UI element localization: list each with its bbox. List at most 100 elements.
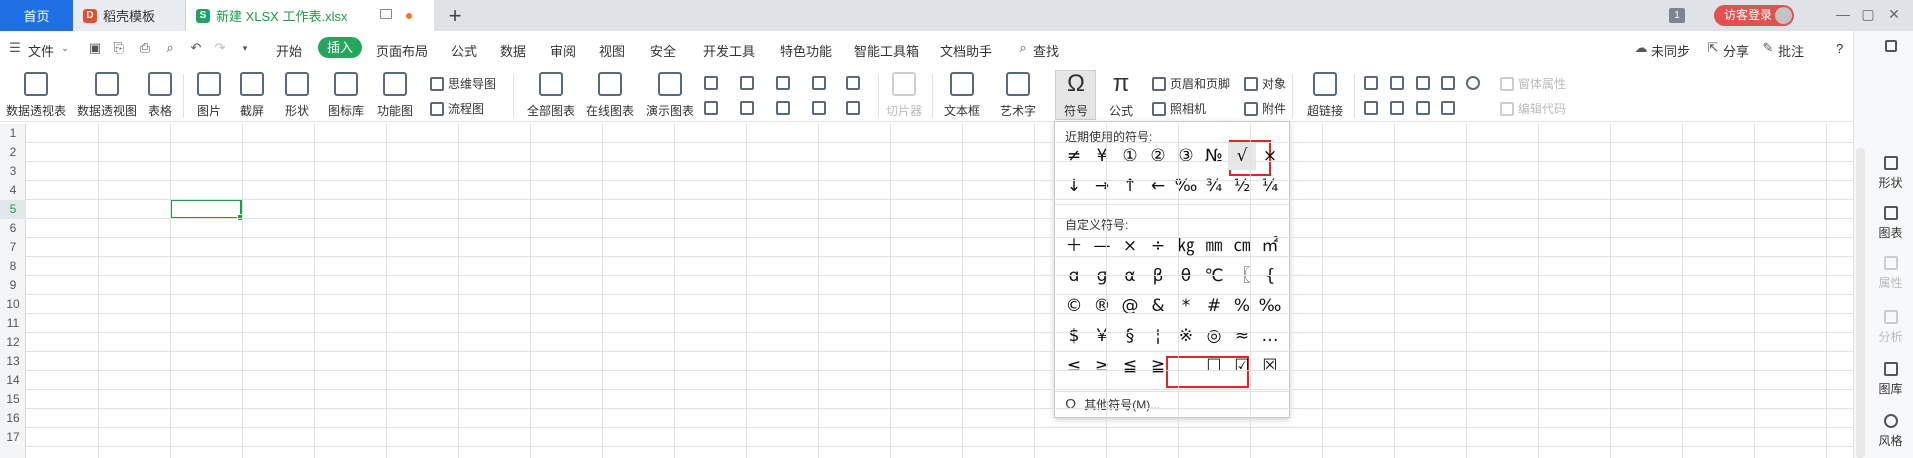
shapes-button[interactable]: 形状 [281, 72, 313, 119]
row-header[interactable]: 3 [0, 162, 26, 181]
row-header[interactable]: 10 [0, 295, 26, 314]
recent-symbol[interactable]: ‰ [1172, 172, 1200, 200]
active-cell[interactable] [170, 199, 244, 221]
tab-home[interactable]: 首页 [0, 0, 73, 31]
custom-symbol[interactable]: & [1144, 292, 1172, 320]
screenshot-button[interactable]: 截屏 [236, 72, 268, 119]
custom-symbol[interactable]: ≤ [1060, 352, 1088, 380]
row-header[interactable]: 13 [0, 352, 26, 371]
textbox-button[interactable]: 文本框 [940, 72, 984, 119]
online-chart-button[interactable]: 在线图表 [585, 72, 635, 119]
sidepanel-chart[interactable]: 图表 [1868, 206, 1913, 241]
menu-security[interactable]: 安全 [650, 41, 676, 60]
tab-templates[interactable]: D 稻壳模板 [73, 0, 186, 31]
monitor-icon[interactable] [380, 9, 392, 19]
recent-symbol[interactable]: ¼ [1256, 172, 1284, 200]
custom-symbol[interactable]: § [1116, 322, 1144, 350]
form-properties-button[interactable]: 窗体属性 [1500, 75, 1566, 92]
row-header[interactable]: 2 [0, 143, 26, 162]
minimize-button[interactable]: — [1833, 6, 1853, 22]
sidepanel-analysis[interactable]: 分析 [1868, 310, 1913, 345]
checkbox-control-icon[interactable] [1441, 76, 1455, 90]
custom-symbol[interactable]: ◎ [1200, 322, 1228, 350]
custom-symbol[interactable]: ɑ [1060, 262, 1088, 290]
label-control-icon[interactable] [1364, 76, 1378, 90]
row-header[interactable]: 5 [0, 200, 26, 219]
menu-features[interactable]: 特色功能 [780, 41, 832, 60]
menu-smart-toolbox[interactable]: 智能工具箱 [854, 41, 919, 60]
custom-symbol[interactable]: # [1200, 292, 1228, 320]
custom-symbol[interactable]: … [1256, 322, 1284, 350]
custom-symbol[interactable]: ≧ [1144, 352, 1172, 380]
custom-symbol[interactable]: ® [1088, 292, 1116, 320]
menu-view[interactable]: 视图 [599, 41, 625, 60]
flowchart-button[interactable]: 流程图 [430, 100, 484, 117]
menu-data[interactable]: 数据 [500, 41, 526, 60]
camera-button[interactable]: 照相机 [1152, 100, 1206, 117]
textbox-control-icon[interactable] [1390, 76, 1404, 90]
all-charts-button[interactable]: 全部图表 [526, 72, 576, 119]
sync-status[interactable]: 未同步 [1651, 41, 1690, 60]
row-header[interactable]: 1 [0, 124, 26, 143]
area-chart-icon[interactable] [846, 76, 860, 90]
scatter-chart-icon[interactable] [812, 101, 826, 115]
custom-symbol[interactable]: © [1060, 292, 1088, 320]
undo-icon[interactable]: ↶ [189, 41, 203, 55]
sidepanel-toggle[interactable] [1868, 40, 1913, 56]
search-button[interactable]: 查找 [1033, 41, 1059, 60]
other-chart-icon[interactable] [846, 101, 860, 115]
page-badge[interactable]: 1 [1669, 8, 1685, 23]
custom-symbol[interactable]: ≈ [1228, 322, 1256, 350]
menu-doc-assistant[interactable]: 文档助手 [940, 41, 992, 60]
row-header[interactable]: 8 [0, 257, 26, 276]
row-header[interactable]: 9 [0, 276, 26, 295]
custom-symbol[interactable]: * [1172, 292, 1200, 320]
row-header[interactable]: 6 [0, 219, 26, 238]
recent-symbol[interactable]: ① [1116, 142, 1144, 170]
custom-symbol[interactable]: ɡ [1088, 262, 1116, 290]
custom-symbol[interactable]: $ [1060, 322, 1088, 350]
edit-code-button[interactable]: 编辑代码 [1500, 100, 1566, 117]
chevron-down-icon[interactable]: ⌄ [58, 41, 72, 55]
attachment-button[interactable]: 附件 [1244, 100, 1286, 117]
help-button[interactable]: ? [1836, 41, 1843, 56]
hamburger-icon[interactable]: ☰ [8, 41, 22, 55]
menu-file[interactable]: 文件 [28, 41, 54, 60]
custom-symbol[interactable]: ≦ [1116, 352, 1144, 380]
sidepanel-gallery[interactable]: 图库 [1868, 362, 1913, 397]
recent-symbol[interactable]: ↑ [1116, 172, 1144, 200]
pie-chart-icon[interactable] [776, 101, 790, 115]
menu-home[interactable]: 开始 [276, 41, 302, 60]
bar-chart-icon[interactable] [740, 76, 754, 90]
recent-symbol[interactable]: ② [1144, 142, 1172, 170]
hyperlink-button[interactable]: 超链接 [1303, 72, 1347, 119]
menu-page-layout[interactable]: 页面布局 [376, 41, 428, 60]
custom-symbol[interactable]: ☐ [1200, 352, 1228, 380]
row-header[interactable]: 12 [0, 333, 26, 352]
custom-symbol[interactable]: ≥ [1088, 352, 1116, 380]
pivot-table-button[interactable]: 数据透视表 [5, 72, 67, 119]
picture-button[interactable]: 图片 [193, 72, 225, 119]
print-icon[interactable]: ⎙ [138, 41, 152, 55]
radar-chart-icon[interactable] [812, 76, 826, 90]
login-button[interactable]: 访客登录 [1714, 5, 1794, 26]
custom-symbol[interactable]: 〖 [1228, 262, 1256, 290]
comment-button[interactable]: 批注 [1778, 41, 1804, 60]
recent-symbol[interactable]: ↓ [1060, 172, 1088, 200]
radio-control-icon[interactable] [1466, 76, 1480, 90]
recent-symbol[interactable]: √ [1228, 142, 1256, 170]
restore-button[interactable]: ▢ [1858, 6, 1878, 23]
more-symbols-item[interactable]: Ω 其他符号(M)... [1065, 396, 1160, 413]
menu-review[interactable]: 审阅 [550, 41, 576, 60]
recent-symbol[interactable]: ← [1144, 172, 1172, 200]
pivot-chart-button[interactable]: 数据透视图 [76, 72, 138, 119]
menu-insert[interactable]: 插入 [318, 37, 363, 58]
symbol-button[interactable]: Ω 符号 [1058, 72, 1094, 119]
sidepanel-style[interactable]: 风格 [1868, 414, 1913, 449]
custom-symbol[interactable]: ☒ [1256, 352, 1284, 380]
header-footer-button[interactable]: 页眉和页脚 [1152, 75, 1230, 92]
row-header[interactable]: 16 [0, 409, 26, 428]
formula-button[interactable]: π 公式 [1103, 72, 1139, 119]
recent-symbol[interactable]: × [1256, 142, 1284, 170]
groupbox-control-icon[interactable] [1416, 101, 1430, 115]
